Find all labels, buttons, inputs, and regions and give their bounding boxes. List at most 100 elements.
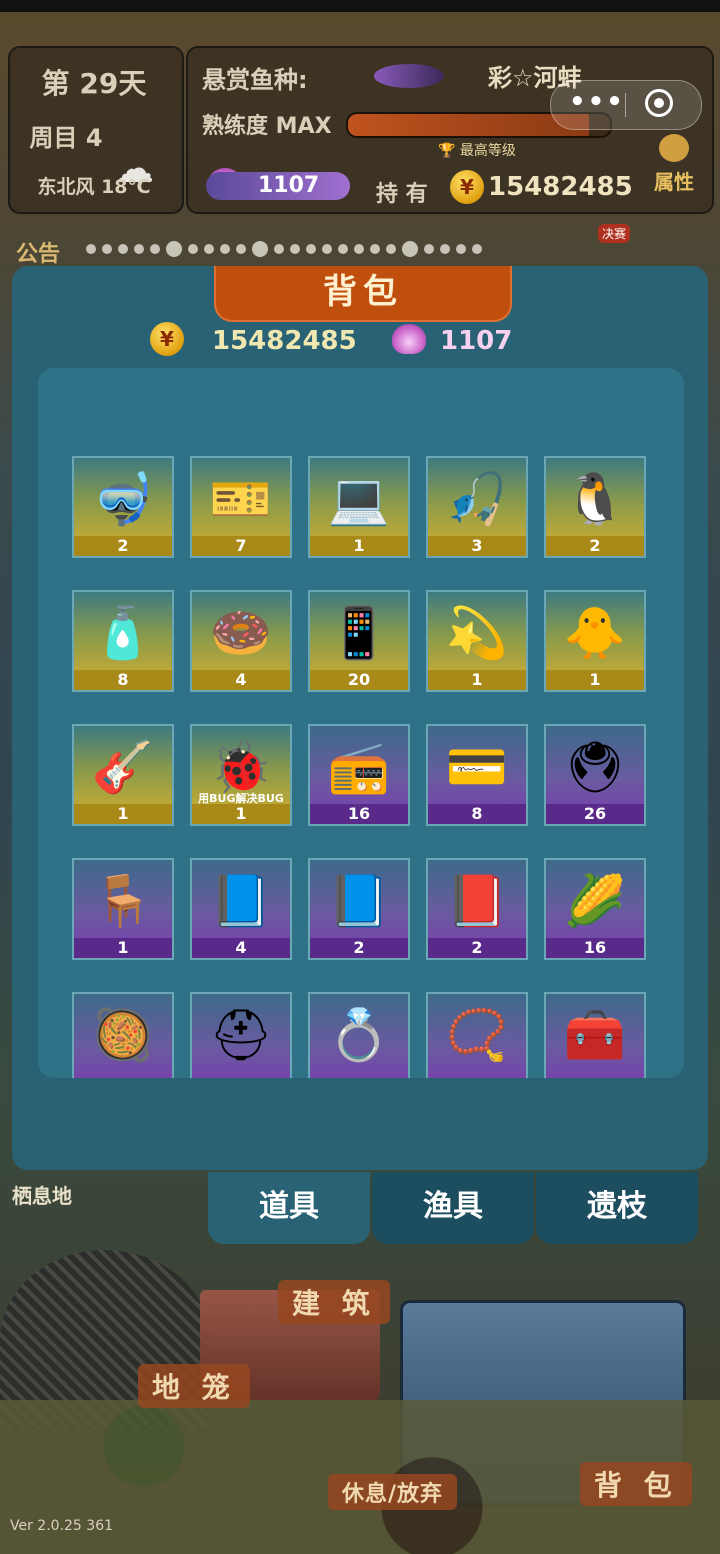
pearl-count: 1107 — [206, 172, 350, 200]
laptop-item[interactable]: 💻 1 — [308, 456, 410, 558]
item-grid-panel[interactable]: 🤿 2 🎫 7 💻 1 🎣 3 🐧 2 🧴 8 🍩 4 📱 20 💫 1 🐥 1 🎸 1 🐞 用BUG解决BUG 1 📻 16 💳 8 🖲… — [38, 368, 684, 1078]
item-count: 1 — [310, 536, 408, 556]
close-target-icon[interactable] — [645, 89, 673, 117]
item-count: 3 — [428, 536, 526, 556]
bug-fix-item[interactable]: 🐞 用BUG解决BUG 1 — [190, 724, 292, 826]
ring-float-icon: 🍩 — [209, 604, 273, 662]
sparkle-ring-item[interactable]: 💫 1 — [426, 590, 528, 692]
track-dot — [204, 244, 214, 254]
track-dot — [274, 244, 284, 254]
tab-relics[interactable]: 遗枝 — [536, 1172, 698, 1244]
week-label: 周目 4 — [29, 124, 103, 152]
corn-item[interactable]: 🌽 16 — [544, 858, 646, 960]
item-count: 20 — [310, 670, 408, 690]
item-count: 1 — [74, 804, 172, 824]
track-dot — [322, 244, 332, 254]
max-level-label: 🏆 最高等级 — [438, 140, 516, 160]
snorkel-mask-item[interactable]: 🤿 2 — [72, 456, 174, 558]
tab-props[interactable]: 道具 — [208, 1172, 370, 1244]
ukulele-item[interactable]: 🎸 1 — [72, 724, 174, 826]
coin-icon: ¥ — [150, 322, 184, 356]
track-dot — [472, 244, 482, 254]
necklace-item[interactable]: 📿 — [426, 992, 528, 1078]
item-count: 2 — [428, 938, 526, 958]
day-label: 第 29天 — [41, 67, 147, 100]
bait-plate-item[interactable]: 🥘 — [72, 992, 174, 1078]
status-bar — [0, 0, 720, 12]
track-dot — [134, 244, 144, 254]
golden-chair-item[interactable]: 🪑 1 — [72, 858, 174, 960]
track-dot — [150, 244, 160, 254]
fingerprint-machine-item[interactable]: 🖲 26 — [544, 724, 646, 826]
coin-icon: ¥ — [450, 170, 484, 204]
trophy-icon: 🏆 — [438, 143, 456, 159]
person-icon — [659, 134, 689, 162]
coin-count: 15482485 — [488, 172, 633, 202]
snorkel-mask-icon: 🤿 — [91, 470, 155, 528]
ring-item[interactable]: 💍 — [308, 992, 410, 1078]
track-dot — [440, 244, 450, 254]
version-label: Ver 2.0.25 361 — [10, 1518, 114, 1534]
corn-icon: 🌽 — [563, 872, 627, 930]
radio-item[interactable]: 📻 16 — [308, 724, 410, 826]
golden-chair-icon: 🪑 — [91, 872, 155, 930]
item-count: 1 — [546, 670, 644, 690]
helmet-icon: ⛑ — [209, 1006, 273, 1064]
track-dot — [118, 244, 128, 254]
guide-book-item-2[interactable]: 📘 2 — [308, 858, 410, 960]
guide-book-item-1[interactable]: 📘 4 — [190, 858, 292, 960]
treasure-box-icon: 🧰 — [563, 1006, 627, 1064]
guide-book-2-icon: 📘 — [327, 872, 391, 930]
ring-float-item[interactable]: 🍩 4 — [190, 590, 292, 692]
fingerprint-machine-icon: 🖲 — [563, 738, 627, 796]
ring-icon: 💍 — [327, 1006, 391, 1064]
item-count: 16 — [546, 938, 644, 958]
notice-label[interactable]: 公告 — [16, 236, 60, 268]
spray-can-icon: 🧴 — [91, 604, 155, 662]
black-card-item[interactable]: 💳 8 — [426, 724, 528, 826]
attributes-label: 属性 — [654, 170, 694, 194]
tab-fishing-gear[interactable]: 渔具 — [372, 1172, 534, 1244]
helmet-item[interactable]: ⛑ — [190, 992, 292, 1078]
wind-temp-label: 东北风 18℃ — [37, 176, 151, 198]
more-options-icon[interactable]: ••• — [569, 87, 625, 117]
cage-button[interactable]: 地 笼 — [138, 1364, 250, 1408]
bounty-panel: 悬赏鱼种: 彩☆河蚌 熟练度 MAX 🏆 最高等级 1107 持 有 ¥ 154… — [186, 46, 714, 214]
black-card-icon: 💳 — [445, 738, 509, 796]
laptop-icon: 💻 — [327, 470, 391, 528]
clam-icon — [374, 64, 444, 88]
radio-icon: 📻 — [327, 738, 391, 796]
habitat-label[interactable]: 栖息地 — [12, 1180, 72, 1209]
own-label: 持 有 — [376, 182, 428, 207]
max-level-text: 最高等级 — [459, 143, 516, 159]
track-dot — [236, 244, 246, 254]
capsule-separator — [625, 93, 626, 117]
ukulele-icon: 🎸 — [91, 738, 155, 796]
day-weather-panel: 第 29天 周目 4 ☁ 东北风 18℃ — [8, 46, 184, 214]
track-dot — [166, 241, 182, 257]
treasure-box-item[interactable]: 🧰 — [544, 992, 646, 1078]
item-count: 7 — [192, 536, 290, 556]
bag-title: 背包 — [214, 266, 512, 322]
guide-book-1-icon: 📘 — [209, 872, 273, 930]
fishing-rod-icon: 🎣 — [445, 470, 509, 528]
item-count: 1 — [428, 670, 526, 690]
item-count: 2 — [310, 938, 408, 958]
item-count: 1 — [192, 804, 290, 824]
vip-card-item[interactable]: 🎫 7 — [190, 456, 292, 558]
video-phone-item[interactable]: 📱 20 — [308, 590, 410, 692]
penguin-figure-item[interactable]: 🐧 2 — [544, 456, 646, 558]
chick-item[interactable]: 🐥 1 — [544, 590, 646, 692]
spray-can-item[interactable]: 🧴 8 — [72, 590, 174, 692]
attributes-button[interactable]: 属性 — [644, 134, 704, 204]
bag-pearl-count: 1107 — [440, 326, 513, 356]
bag-button[interactable]: 背 包 — [580, 1462, 692, 1506]
build-button[interactable]: 建 筑 — [278, 1280, 390, 1324]
fishing-rod-item[interactable]: 🎣 3 — [426, 456, 528, 558]
track-dot — [220, 244, 230, 254]
rest-giveup-button[interactable]: 休息/放弃 — [328, 1474, 458, 1510]
guide-book-item-3[interactable]: 📕 2 — [426, 858, 528, 960]
item-count: 2 — [546, 536, 644, 556]
video-phone-icon: 📱 — [327, 604, 391, 662]
progress-track — [86, 241, 626, 257]
